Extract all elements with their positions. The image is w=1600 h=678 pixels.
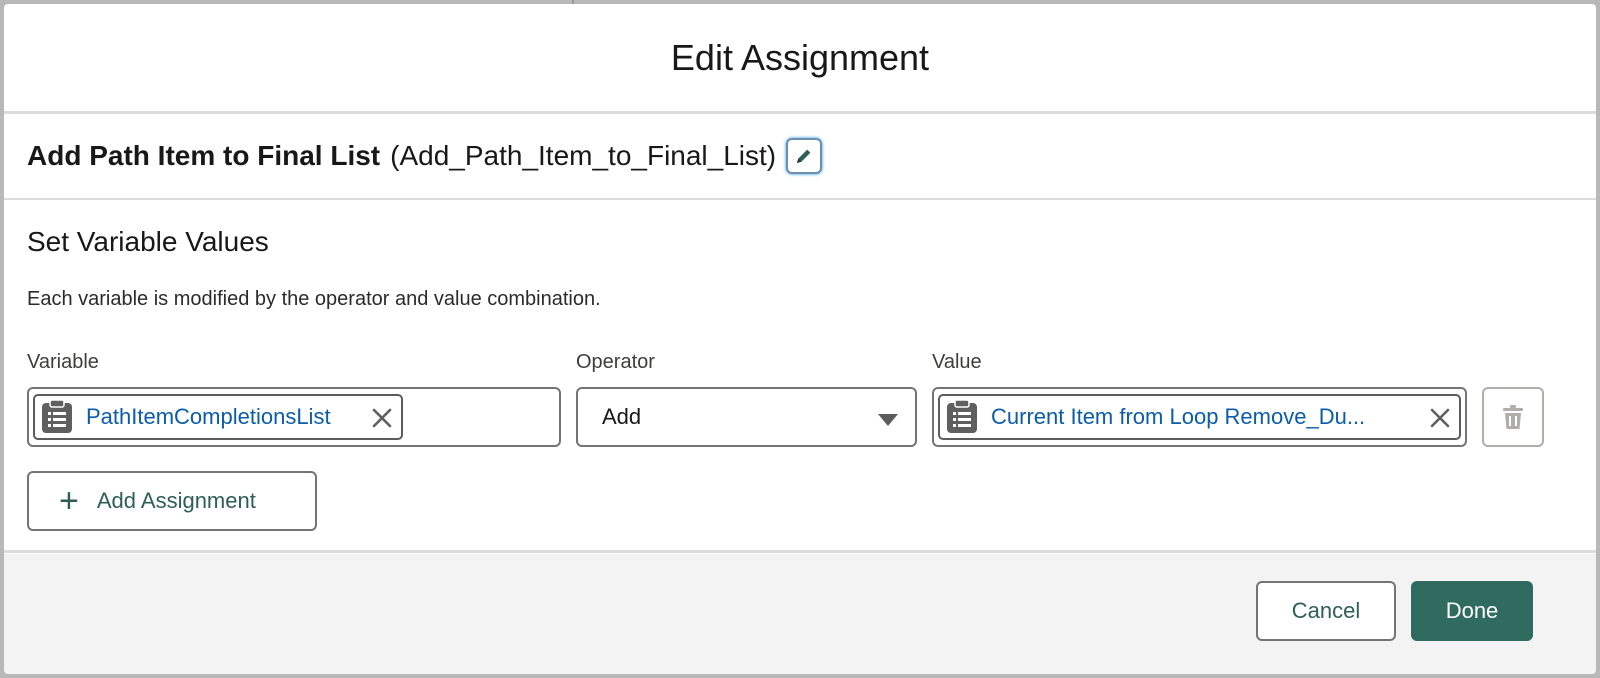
edit-assignment-modal: Edit Assignment Add Path Item to Final L… bbox=[4, 4, 1596, 674]
chevron-down-icon bbox=[878, 414, 898, 426]
collection-variable-icon bbox=[42, 399, 72, 433]
element-label: Add Path Item to Final List bbox=[27, 140, 381, 171]
value-pill: Current Item from Loop Remove_Du... bbox=[938, 394, 1461, 440]
pencil-icon bbox=[797, 149, 811, 163]
modal-footer: Cancel Done bbox=[4, 554, 1596, 674]
variable-pill: PathItemCompletionsList bbox=[33, 394, 403, 440]
element-name-row: Add Path Item to Final List (Add_Path_It… bbox=[4, 114, 1596, 200]
section-heading: Set Variable Values bbox=[27, 226, 269, 257]
collection-variable-icon bbox=[947, 399, 977, 433]
trash-icon bbox=[1503, 405, 1523, 429]
modal-header: Edit Assignment bbox=[4, 4, 1596, 114]
done-button[interactable]: Done bbox=[1411, 581, 1533, 641]
add-assignment-label: Add Assignment bbox=[96, 488, 256, 513]
modal-title: Edit Assignment bbox=[670, 36, 930, 78]
operator-label: Operator bbox=[576, 351, 655, 373]
variable-label: Variable bbox=[27, 351, 99, 373]
edit-element-button[interactable] bbox=[786, 138, 823, 174]
remove-value-icon[interactable] bbox=[1427, 405, 1453, 431]
variable-combobox[interactable]: PathItemCompletionsList bbox=[27, 387, 561, 447]
plus-icon: + bbox=[59, 482, 79, 520]
add-assignment-button[interactable]: + Add Assignment bbox=[27, 471, 317, 531]
delete-assignment-button[interactable] bbox=[1482, 387, 1544, 447]
value-label: Value bbox=[932, 351, 982, 373]
field-labels: Variable Operator Value bbox=[27, 351, 1573, 381]
variable-pill-text: PathItemCompletionsList bbox=[86, 404, 331, 429]
operator-value: Add bbox=[602, 404, 642, 429]
assignment-row: PathItemCompletionsList Add Current Item… bbox=[27, 387, 1573, 447]
value-combobox[interactable]: Current Item from Loop Remove_Du... bbox=[932, 387, 1467, 447]
element-api-name: (Add_Path_Item_to_Final_List) bbox=[390, 140, 777, 171]
cancel-button[interactable]: Cancel bbox=[1256, 581, 1396, 641]
section-description: Each variable is modified by the operato… bbox=[27, 288, 601, 310]
remove-variable-icon[interactable] bbox=[369, 405, 395, 431]
operator-select[interactable]: Add bbox=[576, 387, 917, 447]
value-pill-text: Current Item from Loop Remove_Du... bbox=[991, 404, 1366, 429]
